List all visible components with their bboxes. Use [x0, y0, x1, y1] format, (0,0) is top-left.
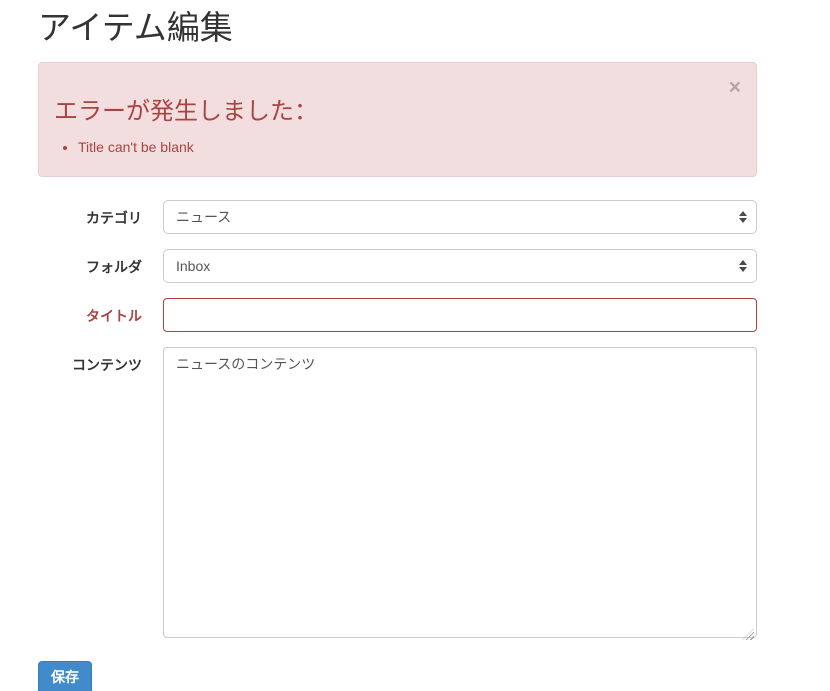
content-label: コンテンツ — [38, 347, 163, 643]
title-input[interactable] — [163, 298, 757, 332]
error-alert-heading: エラーが発生しました： — [54, 98, 741, 127]
error-list-item: Title can't be blank — [78, 137, 741, 157]
category-label: カテゴリ — [38, 200, 163, 234]
folder-select[interactable]: Inbox — [163, 249, 757, 283]
content-field-wrap: ニュースのコンテンツ — [163, 347, 757, 643]
title-row: タイトル — [38, 298, 757, 332]
save-button[interactable]: 保存 — [38, 661, 92, 691]
folder-field-wrap: Inbox — [163, 249, 757, 283]
edit-item-form: カテゴリ ニュース フォルダ Inbox タイト — [38, 200, 757, 691]
form-actions: 保存 — [38, 661, 757, 691]
close-icon[interactable]: × — [729, 77, 741, 98]
content-textarea[interactable]: ニュースのコンテンツ — [163, 347, 757, 638]
category-row: カテゴリ ニュース — [38, 200, 757, 234]
error-alert: × エラーが発生しました： Title can't be blank — [38, 62, 757, 177]
content-row: コンテンツ ニュースのコンテンツ — [38, 347, 757, 643]
error-list: Title can't be blank — [54, 137, 741, 157]
title-label: タイトル — [38, 298, 163, 332]
category-select[interactable]: ニュース — [163, 200, 757, 234]
folder-row: フォルダ Inbox — [38, 249, 757, 283]
category-field-wrap: ニュース — [163, 200, 757, 234]
edit-item-page: アイテム編集 × エラーが発生しました： Title can't be blan… — [38, 10, 757, 691]
page-title: アイテム編集 — [38, 10, 757, 46]
folder-label: フォルダ — [38, 249, 163, 283]
title-field-wrap — [163, 298, 757, 332]
